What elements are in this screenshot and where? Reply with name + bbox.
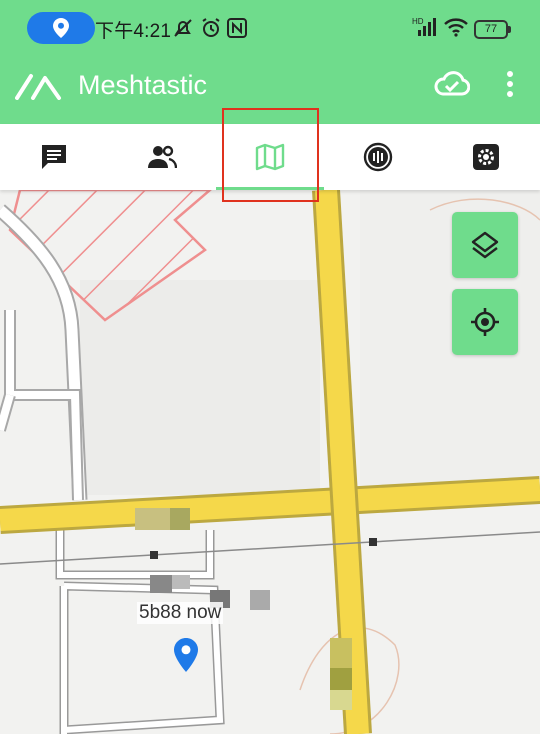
wifi-icon (444, 18, 468, 37)
map-view[interactable]: 5b88 now (0, 190, 540, 734)
node-marker-pin[interactable] (174, 638, 198, 672)
tab-nodes[interactable] (108, 124, 216, 190)
overflow-menu-icon[interactable] (504, 69, 516, 99)
messages-icon (42, 145, 66, 169)
status-bar: 下午4:21 HD 77 (0, 0, 540, 58)
meshtastic-logo (15, 74, 61, 100)
nfc-icon (227, 18, 247, 38)
cloud-check-icon[interactable] (434, 70, 470, 98)
location-icon (53, 18, 69, 38)
settings-icon (473, 144, 499, 170)
selection-highlight-box (222, 108, 319, 202)
location-indicator[interactable] (27, 12, 95, 44)
tab-messages[interactable] (0, 124, 108, 190)
map-layers-button[interactable] (452, 212, 518, 278)
signal-icon: HD (412, 17, 436, 36)
status-time: 下午4:21 (95, 21, 172, 42)
my-location-icon (471, 308, 499, 336)
svg-text:HD: HD (412, 17, 424, 26)
channel-icon (363, 142, 393, 172)
my-location-button[interactable] (452, 289, 518, 355)
app-title: Meshtastic (78, 70, 208, 100)
tab-channel[interactable] (324, 124, 432, 190)
alarm-icon (202, 18, 220, 37)
tab-settings[interactable] (432, 124, 540, 190)
layers-icon (471, 231, 499, 259)
mute-icon (174, 19, 192, 37)
battery-indicator: 77 (474, 20, 511, 39)
node-label: 5b88 now (137, 602, 224, 624)
nodes-icon (148, 145, 177, 169)
